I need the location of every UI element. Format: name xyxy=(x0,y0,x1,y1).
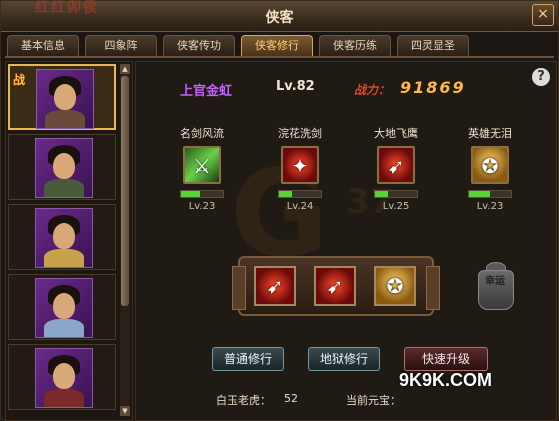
hero-card-selected[interactable]: 战 xyxy=(8,64,116,130)
avatar xyxy=(36,69,94,129)
hero-list-scrollbar[interactable]: ▲ ▼ xyxy=(120,64,130,416)
lucky-bag-icon[interactable]: 幸运 xyxy=(472,258,518,314)
avatar xyxy=(35,138,93,198)
skill-progress xyxy=(374,190,418,198)
hell-train-button[interactable]: 地狱修行 xyxy=(308,347,380,371)
avatar xyxy=(35,348,93,408)
skill-slot[interactable]: 浣花洗剑 ✦ Lv.24 xyxy=(260,126,340,226)
skill-name: 英雄无泪 xyxy=(468,127,512,140)
skill-progress xyxy=(468,190,512,198)
scroll-up-button[interactable]: ▲ xyxy=(120,64,130,74)
skill-progress xyxy=(180,190,224,198)
sword-burst-icon[interactable]: ✦ xyxy=(281,146,319,184)
tab-basic-info[interactable]: 基本信息 xyxy=(7,35,79,56)
hero-card[interactable] xyxy=(8,134,116,200)
hero-list: 战 ▲ ▼ xyxy=(5,61,133,421)
window: 红红卯侯 侠客 × 基本信息 四象阵 侠客传功 侠客修行 侠客历练 四灵显圣 战 xyxy=(0,0,559,421)
hero-power-icon[interactable]: ✪ xyxy=(374,266,416,306)
skill-progress xyxy=(278,190,322,198)
skill-level: Lv.23 xyxy=(188,201,216,212)
tab-hero-transfer[interactable]: 侠客传功 xyxy=(163,35,235,56)
site-watermark: 9K9K.COM xyxy=(399,370,493,390)
hero-info-row: 上官金虹 Lv.82 战力： 91869 xyxy=(136,76,556,100)
ingot-label: 当前元宝： xyxy=(346,394,401,407)
training-panel: G 37 ? 上官金虹 Lv.82 战力： 91869 名剑风流 ⚔ Lv.23… xyxy=(135,61,557,421)
tab-hero-training[interactable]: 侠客修行 xyxy=(241,35,313,56)
currency-bar: 白玉老虎： 52 当前元宝： xyxy=(136,389,556,411)
hero-card[interactable] xyxy=(8,204,116,270)
sword-slash-icon[interactable]: ⚔ xyxy=(183,146,221,184)
skill-level: Lv.23 xyxy=(476,201,504,212)
flying-kick-icon[interactable]: ➹ xyxy=(314,266,356,306)
skill-slot[interactable]: 大地飞鹰 ➹ Lv.25 xyxy=(356,126,436,226)
avatar xyxy=(35,278,93,338)
battle-badge: 战 xyxy=(13,73,26,87)
normal-train-button[interactable]: 普通修行 xyxy=(212,347,284,371)
tab-hero-experience[interactable]: 侠客历练 xyxy=(319,35,391,56)
tab-divider xyxy=(5,56,554,58)
avatar xyxy=(35,208,93,268)
jade-tiger-value: 52 xyxy=(284,392,298,405)
skill-name: 名剑风流 xyxy=(180,127,224,140)
power-label: 战力： xyxy=(354,83,391,97)
skill-name: 大地飞鹰 xyxy=(374,127,418,140)
flying-kick-icon[interactable]: ➹ xyxy=(254,266,296,306)
tab-four-spirits[interactable]: 四灵显圣 xyxy=(397,35,469,56)
hero-name: 上官金虹 xyxy=(180,84,233,99)
hero-power-icon[interactable]: ✪ xyxy=(471,146,509,184)
window-title: 侠客 xyxy=(265,10,294,26)
skill-level: Lv.25 xyxy=(382,201,410,212)
flying-kick-icon[interactable]: ➹ xyxy=(377,146,415,184)
power-value: 91869 xyxy=(400,78,466,97)
training-altar: ➹ ➹ ✪ xyxy=(232,256,440,316)
skill-name: 浣花洗剑 xyxy=(278,127,322,140)
skill-slot[interactable]: 英雄无泪 ✪ Lv.23 xyxy=(450,126,530,226)
jade-tiger-label: 白玉老虎： xyxy=(216,394,271,407)
skill-slot[interactable]: 名剑风流 ⚔ Lv.23 xyxy=(162,126,242,226)
quick-upgrade-button[interactable]: 快速升级 xyxy=(404,347,488,371)
scroll-down-button[interactable]: ▼ xyxy=(120,406,130,416)
scroll-thumb[interactable] xyxy=(121,76,129,306)
hero-card[interactable] xyxy=(8,274,116,340)
hero-card[interactable] xyxy=(8,344,116,410)
title-bar: 红红卯侯 侠客 × xyxy=(1,0,558,32)
skill-level: Lv.24 xyxy=(286,201,314,212)
close-button[interactable]: × xyxy=(532,4,554,26)
tab-four-symbols[interactable]: 四象阵 xyxy=(85,35,157,56)
hero-level: Lv.82 xyxy=(276,79,315,94)
lucky-bag-label: 幸运 xyxy=(485,276,505,287)
